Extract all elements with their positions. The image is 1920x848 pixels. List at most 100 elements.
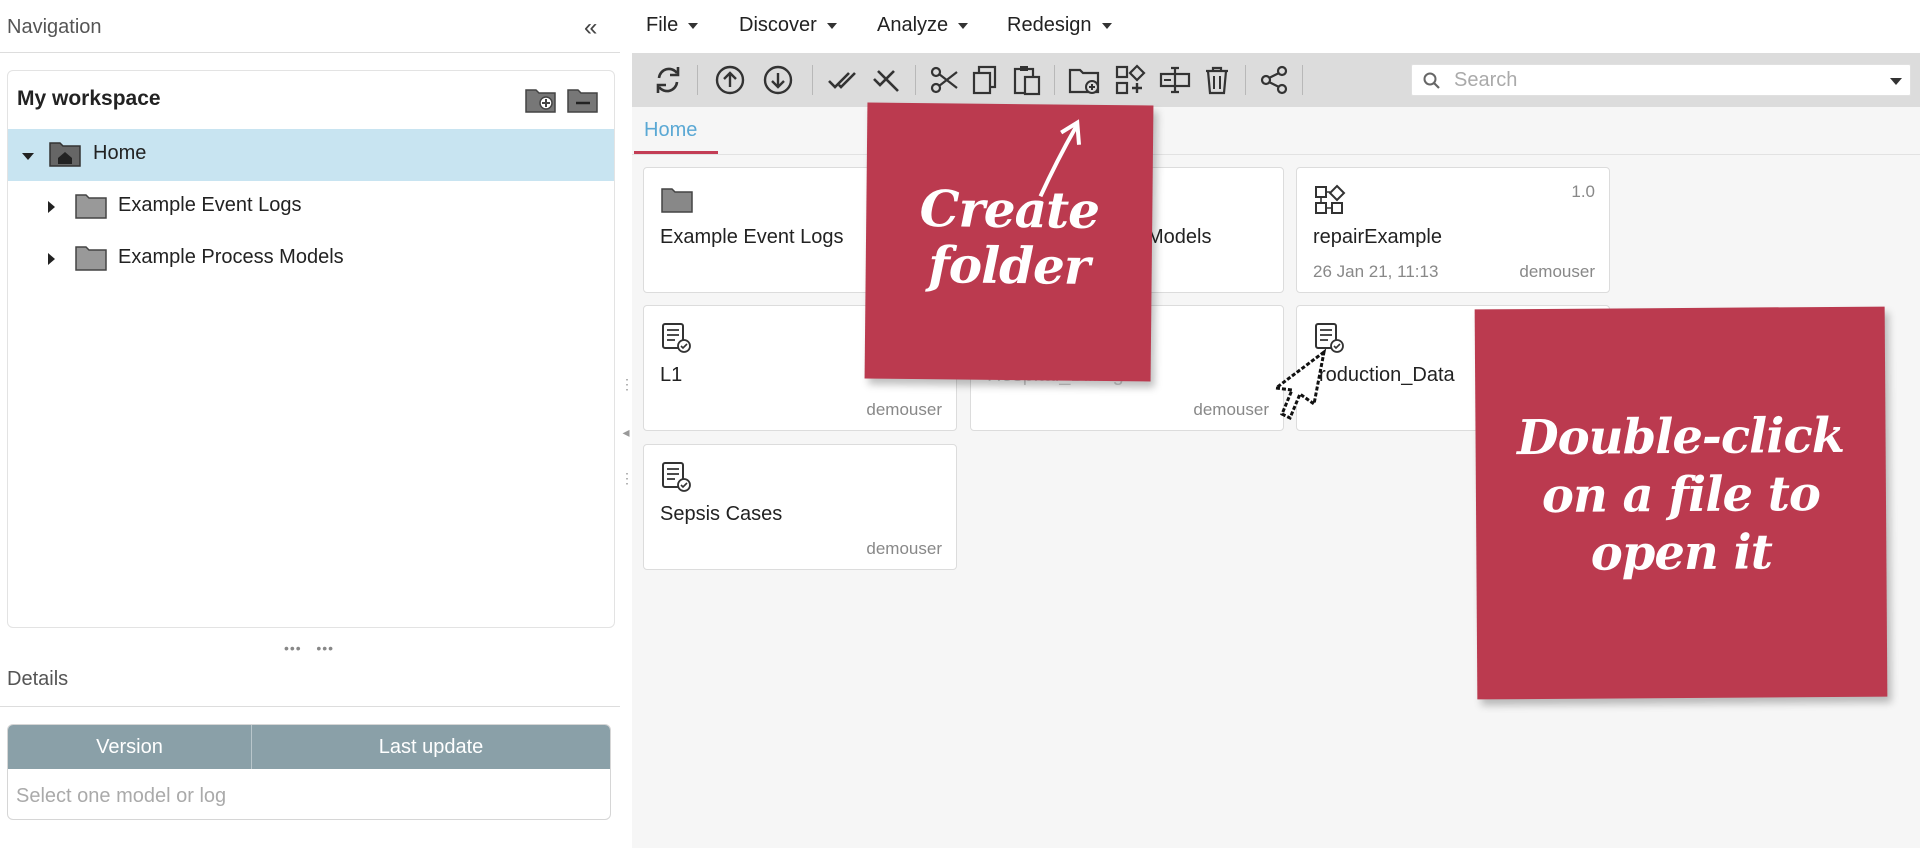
- note-line: folder: [927, 235, 1090, 296]
- event-log-icon: [662, 323, 691, 353]
- search-icon: [1423, 72, 1440, 89]
- toolbar-separator: [915, 65, 916, 95]
- folder-icon: [75, 194, 107, 219]
- collapse-left-icon[interactable]: ◂: [620, 424, 632, 441]
- cut-icon[interactable]: [924, 61, 964, 99]
- breadcrumb: Home: [632, 107, 1920, 155]
- card-name: Sepsis Cases: [660, 503, 783, 525]
- card-owner: demouser: [866, 400, 942, 419]
- deselect-all-icon[interactable]: [867, 61, 907, 99]
- column-header-last-update[interactable]: Last update: [252, 725, 610, 769]
- share-icon[interactable]: [1254, 61, 1294, 99]
- splitter-grip-icon[interactable]: ⋮: [620, 376, 634, 393]
- double-chevron-left-icon[interactable]: «: [584, 16, 597, 40]
- card-repairexample[interactable]: 1.0 repairExample 26 Jan 21, 11:13 demou…: [1296, 167, 1610, 293]
- caret-right-icon[interactable]: [48, 253, 55, 265]
- copy-icon[interactable]: [966, 61, 1006, 99]
- search-box: [1411, 64, 1911, 96]
- tree-item-example-event-logs[interactable]: Example Event Logs: [8, 181, 614, 233]
- folder-icon: [661, 188, 693, 213]
- add-folder-icon[interactable]: [524, 85, 558, 115]
- caret-right-icon[interactable]: [48, 201, 55, 213]
- event-log-icon: [662, 462, 691, 492]
- tooltip-note-double-click: Double-click on a file to open it: [1474, 306, 1888, 700]
- note-line: open it: [1590, 524, 1773, 582]
- select-all-icon[interactable]: [822, 61, 862, 99]
- card-date: 26 Jan 21, 11:13: [1313, 262, 1439, 281]
- menu-redesign[interactable]: Redesign: [1007, 14, 1112, 37]
- card-owner: demouser: [1519, 262, 1595, 281]
- breadcrumb-active-indicator: [634, 151, 718, 154]
- search-input[interactable]: [1454, 68, 1854, 92]
- divider: [0, 706, 620, 707]
- tree-item-label: Home: [93, 142, 147, 164]
- tree-item-example-process-models[interactable]: Example Process Models: [8, 233, 614, 285]
- card-name: Models: [1147, 226, 1212, 248]
- details-empty-text: Select one model or log: [16, 785, 227, 807]
- delete-icon[interactable]: [1197, 61, 1237, 99]
- toolbar-separator: [1245, 65, 1246, 95]
- tree-item-home[interactable]: Home: [8, 129, 614, 181]
- upload-icon[interactable]: [710, 61, 750, 99]
- home-folder-icon: [49, 142, 81, 167]
- chevron-down-icon: [958, 22, 969, 29]
- card-owner: demouser: [866, 539, 942, 558]
- tree-item-label: Example Event Logs: [118, 194, 302, 216]
- breadcrumb-home[interactable]: Home: [644, 119, 697, 142]
- download-icon[interactable]: [758, 61, 798, 99]
- menu-label: File: [646, 14, 679, 36]
- horizontal-splitter-handle[interactable]: ••• •••: [284, 640, 334, 656]
- toolbar-separator: [1302, 65, 1303, 95]
- caret-down-icon[interactable]: [22, 153, 34, 160]
- menu-label: Analyze: [877, 14, 949, 36]
- search-dropdown-chevron-icon[interactable]: [1890, 78, 1902, 85]
- remove-folder-icon[interactable]: [566, 85, 600, 115]
- card-name: L1: [660, 364, 683, 386]
- new-model-icon[interactable]: [1110, 61, 1150, 99]
- note-text: Double-click on a file to open it: [1475, 407, 1886, 584]
- details-table: Version Last update Select one model or …: [7, 724, 611, 820]
- folder-icon: [75, 246, 107, 271]
- refresh-icon[interactable]: [648, 61, 688, 99]
- chevron-down-icon: [688, 22, 699, 29]
- card-name: roduction_Data: [1319, 364, 1455, 386]
- paste-icon[interactable]: [1007, 61, 1047, 99]
- tooltip-note-create-folder: Create folder: [864, 102, 1154, 382]
- column-header-version[interactable]: Version: [8, 725, 252, 769]
- navigation-header: Navigation «: [0, 0, 620, 53]
- details-title: Details: [7, 668, 69, 690]
- tree-item-label: Example Process Models: [118, 246, 344, 268]
- navigation-panel: Navigation « My workspace Home Example E…: [0, 0, 620, 848]
- chevron-down-icon: [1101, 22, 1112, 29]
- card-name: Example Event Logs: [660, 226, 844, 248]
- menu-discover[interactable]: Discover: [739, 14, 837, 37]
- note-line: Double-click: [1516, 407, 1845, 467]
- apromore-portal: Navigation « My workspace Home Example E…: [0, 0, 1920, 848]
- note-text: Create folder: [865, 179, 1152, 296]
- mouse-pointer-icon: [1272, 348, 1327, 421]
- card-version: 1.0: [1571, 182, 1595, 201]
- note-line: Create: [919, 179, 1100, 240]
- toolbar-separator: [1054, 65, 1055, 95]
- card-name: repairExample: [1313, 226, 1442, 248]
- menu-file[interactable]: File: [646, 14, 699, 37]
- navigation-title: Navigation: [7, 16, 102, 38]
- menu-analyze[interactable]: Analyze: [877, 14, 969, 37]
- chevron-down-icon: [826, 22, 837, 29]
- menu-label: Redesign: [1007, 14, 1092, 36]
- toolbar-separator: [697, 65, 698, 95]
- vertical-splitter[interactable]: ⋮ ◂ ⋮: [620, 0, 634, 848]
- details-table-header: Version Last update: [8, 725, 610, 769]
- toolbar-separator: [812, 65, 813, 95]
- workspace-tree-panel: My workspace Home Example Event Logs Exa…: [7, 70, 615, 628]
- splitter-grip-icon[interactable]: ⋮: [620, 470, 634, 487]
- menu-label: Discover: [739, 14, 817, 36]
- workspace-title: My workspace: [17, 87, 161, 110]
- new-folder-icon[interactable]: [1064, 61, 1104, 99]
- process-model-icon: [1315, 184, 1346, 214]
- note-line: on a file to: [1541, 466, 1821, 524]
- card-sepsis-cases[interactable]: Sepsis Cases demouser: [643, 444, 957, 570]
- rename-icon[interactable]: [1155, 61, 1195, 99]
- menu-bar: File Discover Analyze Redesign: [632, 0, 1920, 53]
- card-owner: demouser: [1193, 400, 1269, 419]
